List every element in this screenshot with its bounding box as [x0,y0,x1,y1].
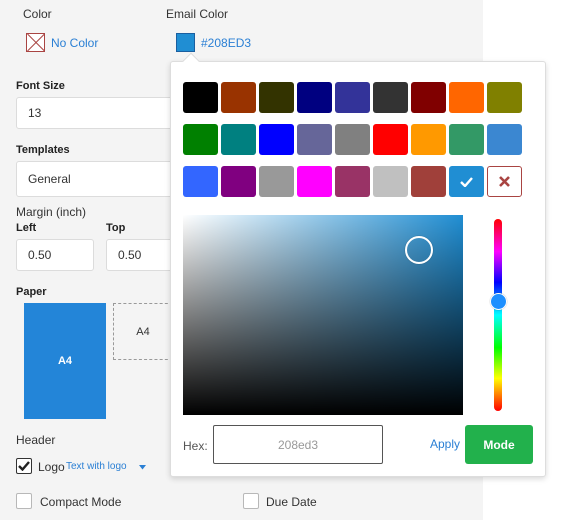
hex-value: 208ed3 [277,437,319,452]
font-size-value: 13 [28,106,42,120]
color-swatch[interactable] [297,82,332,113]
margin-left-label: Left [16,222,37,234]
due-date-checkbox[interactable] [243,493,259,509]
color-swatch[interactable] [221,166,256,197]
margin-top-input[interactable]: 0.50 [106,239,176,271]
paper-label: Paper [16,286,47,298]
color-swatch[interactable] [373,82,408,113]
margin-top-label: Top [106,222,126,234]
color-swatch[interactable] [335,166,370,197]
checkmark-icon [18,461,30,471]
color-swatch[interactable] [449,82,484,113]
templates-select[interactable]: General [16,161,176,197]
swatch-clear[interactable] [487,166,522,197]
hex-input[interactable]: 208ed3 [213,425,383,464]
color-swatch[interactable] [259,82,294,113]
mode-button[interactable]: Mode [465,425,533,464]
color-swatch[interactable] [411,82,446,113]
margin-top-value: 0.50 [118,248,142,262]
color-swatch[interactable] [487,124,522,155]
color-swatch[interactable] [411,166,446,197]
templates-value: General [28,172,71,186]
color-swatch[interactable] [297,124,332,155]
mode-button-label: Mode [483,437,515,452]
color-swatch[interactable] [183,124,218,155]
font-size-label: Font Size [16,80,65,92]
close-icon [499,176,510,187]
color-label: Color [23,7,52,21]
color-swatch-selected[interactable] [449,166,484,197]
paper-option-a4-selected[interactable]: A4 [24,303,106,419]
color-swatch[interactable] [449,124,484,155]
margin-label: Margin (inch) [16,205,87,219]
color-swatch[interactable] [373,166,408,197]
due-date-label: Due Date [266,495,317,509]
color-cursor[interactable] [405,236,433,264]
color-swatch[interactable] [183,166,218,197]
compact-mode-label: Compact Mode [40,495,122,509]
margin-left-value: 0.50 [28,248,52,262]
color-swatch[interactable] [487,82,522,113]
chevron-down-icon[interactable] [139,465,146,470]
apply-button[interactable]: Apply [430,437,460,451]
color-swatch[interactable] [373,124,408,155]
email-color-label: Email Color [166,7,229,21]
email-color-swatch[interactable] [176,33,195,52]
color-swatch[interactable] [297,166,332,197]
color-swatch[interactable] [221,82,256,113]
checkmark-icon [460,176,473,187]
no-color-icon[interactable] [26,33,45,52]
margin-left-input[interactable]: 0.50 [16,239,94,271]
color-swatch[interactable] [335,124,370,155]
paper-selected-label: A4 [57,355,73,367]
color-swatch[interactable] [259,124,294,155]
hex-label: Hex: [183,439,208,453]
logo-checkbox[interactable] [16,458,32,474]
header-label: Header [16,433,56,447]
no-color-link[interactable]: No Color [51,36,98,50]
compact-mode-checkbox[interactable] [16,493,32,509]
templates-label: Templates [16,144,70,156]
hue-slider[interactable] [494,219,502,411]
logo-label: Logo [38,460,65,474]
saturation-value-area[interactable] [183,215,463,415]
email-color-value[interactable]: #208ED3 [201,36,251,50]
color-swatch[interactable] [221,124,256,155]
color-swatch[interactable] [259,166,294,197]
color-swatch[interactable] [411,124,446,155]
color-swatch[interactable] [335,82,370,113]
paper-option-label: A4 [136,325,150,338]
paper-option-a4[interactable]: A4 [113,303,173,360]
font-size-input[interactable]: 13 [16,97,176,129]
color-swatch[interactable] [183,82,218,113]
hue-slider-thumb[interactable] [490,293,507,310]
logo-type-dropdown[interactable]: Text with logo [66,461,127,472]
